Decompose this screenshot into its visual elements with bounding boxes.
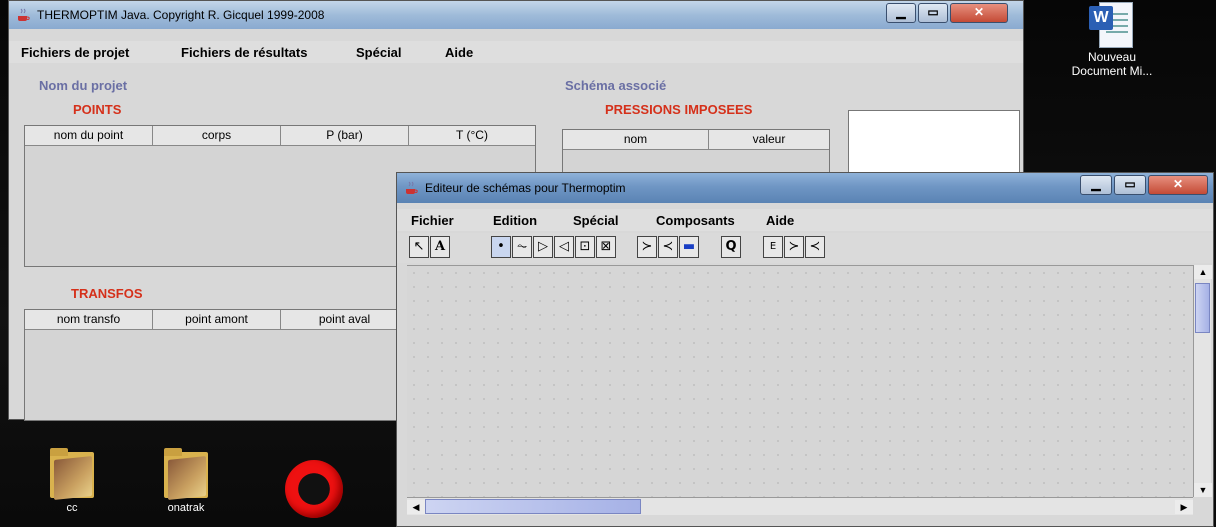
folder-icon (50, 448, 94, 500)
scroll-right-arrow[interactable]: ▶ (1175, 500, 1193, 514)
menu-fichiers-de-resultats[interactable]: Fichiers de résultats (181, 45, 307, 60)
menu-aide[interactable]: Aide (445, 45, 473, 60)
schema-canvas[interactable] (407, 265, 1193, 513)
desktop-opera[interactable] (274, 460, 354, 518)
horizontal-scrollbar[interactable]: ◀ ▶ (407, 497, 1193, 515)
external-mixer-tool[interactable]: ≻ (784, 236, 804, 258)
menu-aide[interactable]: Aide (766, 213, 794, 228)
folder-icon (164, 448, 208, 500)
menu-special[interactable]: Spécial (356, 45, 402, 60)
vertical-scrollbar[interactable]: ▲ ▼ (1193, 265, 1212, 497)
editor-window: Editeur de schémas pour Thermoptim ▁ ▭ ✕… (396, 172, 1214, 527)
java-cup-icon (18, 8, 30, 21)
minimize-button[interactable]: ▁ (1080, 175, 1112, 195)
column-header[interactable]: corps (153, 126, 281, 145)
transfos-title: TRANSFOS (71, 286, 143, 301)
compressor-tool[interactable]: ▷ (533, 236, 553, 258)
menu-composants[interactable]: Composants (656, 213, 735, 228)
schema-label: Schéma associé (565, 78, 667, 93)
column-header[interactable]: T (°C) (409, 126, 535, 145)
editor-menubar: Fichier Edition Spécial Composants Aide (397, 209, 1213, 231)
column-header[interactable]: nom transfo (25, 310, 153, 329)
menu-edition[interactable]: Edition (493, 213, 537, 228)
main-menubar: Fichiers de projet Fichiers de résultats… (9, 41, 1023, 63)
main-titlebar[interactable]: THERMOPTIM Java. Copyright R. Gicquel 19… (9, 1, 1023, 29)
menu-special[interactable]: Spécial (573, 213, 619, 228)
column-header[interactable]: point aval (281, 310, 409, 329)
word-document-icon: W (1089, 2, 1135, 48)
points-title: POINTS (73, 102, 122, 117)
desktop-icon-label: Nouveau Document Mi... (1071, 50, 1153, 78)
scroll-left-arrow[interactable]: ◀ (407, 500, 425, 514)
menu-fichiers-de-projet[interactable]: Fichiers de projet (21, 45, 129, 60)
divider-tool[interactable]: ≺ (658, 236, 678, 258)
desktop-icon-label: cc (66, 502, 78, 514)
text-tool[interactable]: A (430, 236, 450, 258)
schema-preview (848, 110, 1020, 178)
desktop-folder-onatrak[interactable]: onatrak (146, 448, 226, 514)
column-header[interactable]: valeur (709, 130, 829, 149)
minimize-button[interactable]: ▁ (886, 3, 916, 23)
external-e-tool[interactable]: E (763, 236, 783, 258)
exchanger-tool[interactable]: ⊠ (596, 236, 616, 258)
select-arrow-tool[interactable]: ↖ (409, 236, 429, 258)
main-window-title: THERMOPTIM Java. Copyright R. Gicquel 19… (37, 8, 325, 22)
menu-fichier[interactable]: Fichier (411, 213, 454, 228)
mixer-tool[interactable]: ≻ (637, 236, 657, 258)
points-table-header: nom du point corps P (bar) T (°C) (25, 126, 535, 146)
close-button[interactable]: ✕ (1148, 175, 1208, 195)
resistor-tool[interactable]: ⏦ (512, 236, 532, 258)
column-header[interactable]: P (bar) (281, 126, 409, 145)
editor-window-title: Editeur de schémas pour Thermoptim (425, 181, 626, 195)
pressions-table-header: nom valeur (563, 130, 829, 150)
opera-icon (285, 460, 343, 518)
turbine-tool[interactable]: ◁ (554, 236, 574, 258)
external-divider-tool[interactable]: ≺ (805, 236, 825, 258)
desktop-word-document[interactable]: W Nouveau Document Mi... (1062, 2, 1162, 78)
java-cup-icon (406, 181, 418, 194)
vertical-scroll-thumb[interactable] (1195, 283, 1210, 333)
desktop-folder-cc[interactable]: cc (32, 448, 112, 514)
editor-toolbar: ↖ A • ⏦ ▷ ◁ ⊡ ⊠ ≻ ≺ ▬ Q E ≻ ≺ (397, 233, 1213, 263)
q-tool[interactable]: Q (721, 236, 741, 258)
column-header[interactable]: nom (563, 130, 709, 149)
combustion-tool[interactable]: ⊡ (575, 236, 595, 258)
editor-titlebar[interactable]: Editeur de schémas pour Thermoptim ▁ ▭ ✕ (397, 173, 1213, 203)
project-name-label: Nom du projet (39, 78, 128, 93)
maximize-button[interactable]: ▭ (918, 3, 948, 23)
pressions-title: PRESSIONS IMPOSEES (605, 102, 753, 117)
column-header[interactable]: point amont (153, 310, 281, 329)
close-button[interactable]: ✕ (950, 3, 1008, 23)
point-tool[interactable]: • (491, 236, 511, 258)
pipe-tool[interactable]: ▬ (679, 236, 699, 258)
scroll-down-arrow[interactable]: ▼ (1194, 483, 1212, 497)
maximize-button[interactable]: ▭ (1114, 175, 1146, 195)
column-header[interactable]: nom du point (25, 126, 153, 145)
desktop-icon-label: onatrak (167, 502, 205, 514)
horizontal-scroll-thumb[interactable] (425, 499, 641, 514)
scroll-up-arrow[interactable]: ▲ (1194, 265, 1212, 279)
